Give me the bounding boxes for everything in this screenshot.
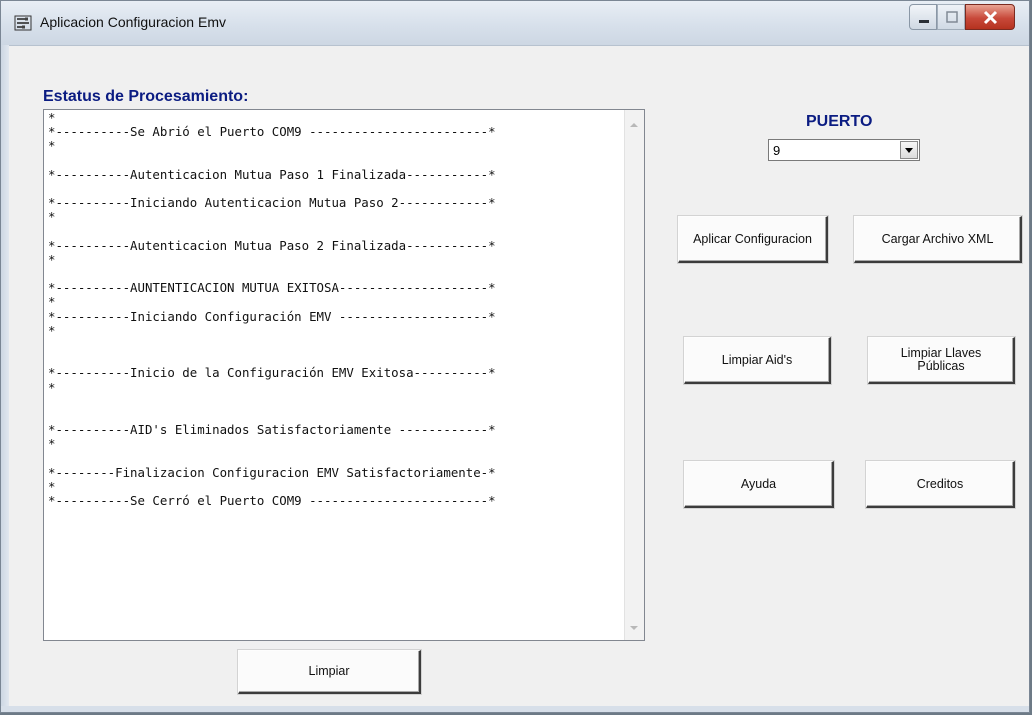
minimize-icon: [919, 20, 929, 23]
log-line: *: [48, 138, 56, 154]
close-icon: [983, 10, 998, 25]
credits-button[interactable]: Creditos: [866, 461, 1015, 508]
window-frame-bottom: [1, 706, 1029, 712]
title-bar[interactable]: Aplicacion Configuracion Emv: [1, 1, 1029, 46]
minimize-button[interactable]: [909, 4, 937, 30]
log-line: *----------Autenticacion Mutua Paso 1 Fi…: [48, 166, 496, 182]
log-line: *----------Iniciando Configuración EMV -…: [48, 308, 496, 324]
log-scrollbar[interactable]: [624, 110, 644, 640]
log-line: *----------Se Abrió el Puerto COM9 -----…: [48, 124, 496, 140]
app-window: Aplicacion Configuracion Emv Estatus de …: [0, 0, 1030, 713]
help-button[interactable]: Ayuda: [684, 461, 834, 508]
window-frame-left: [1, 45, 9, 712]
window-title: Aplicacion Configuracion Emv: [40, 14, 226, 30]
log-line: *: [48, 322, 56, 338]
settings-app-icon: [14, 15, 32, 31]
scroll-up-arrow-icon[interactable]: [630, 123, 638, 127]
port-select[interactable]: 9: [768, 139, 920, 161]
log-line: *----------Inicio de la Configuración EM…: [48, 365, 496, 381]
port-selected-value: 9: [773, 143, 781, 158]
help-label: Ayuda: [740, 476, 777, 491]
log-line: *----------Iniciando Autenticacion Mutua…: [48, 195, 496, 211]
clear-aids-button[interactable]: Limpiar Aid's: [684, 337, 831, 384]
log-line: *: [48, 251, 56, 267]
clear-log-label: Limpiar: [308, 664, 350, 678]
load-xml-button[interactable]: Cargar Archivo XML: [854, 216, 1022, 263]
load-xml-label: Cargar Archivo XML: [881, 231, 994, 246]
close-button[interactable]: [965, 4, 1015, 30]
scroll-down-arrow-icon[interactable]: [630, 626, 638, 630]
clear-public-keys-label: Limpiar Llaves Públicas: [900, 346, 982, 373]
clear-public-keys-button[interactable]: Limpiar Llaves Públicas: [868, 337, 1015, 384]
credits-label: Creditos: [916, 476, 964, 491]
port-dropdown-button[interactable]: [900, 141, 918, 159]
log-line: *----------AID's Eliminados Satisfactori…: [48, 422, 496, 438]
log-line: *----------AUNTENTICACION MUTUA EXITOSA-…: [48, 280, 496, 296]
apply-config-button[interactable]: Aplicar Configuracion: [678, 216, 828, 263]
log-line: *: [48, 436, 56, 452]
clear-aids-label: Limpiar Aid's: [721, 352, 793, 367]
status-log-content: * *----------Se Abrió el Puerto COM9 ----…: [48, 112, 622, 638]
port-heading: PUERTO: [806, 113, 873, 130]
maximize-icon: [946, 11, 958, 23]
chevron-down-icon: [905, 148, 913, 153]
log-line: *----------Autenticacion Mutua Paso 2 Fi…: [48, 237, 496, 253]
status-log-textarea[interactable]: * *----------Se Abrió el Puerto COM9 ----…: [43, 109, 645, 641]
apply-config-label: Aplicar Configuracion: [693, 231, 812, 246]
log-line: *: [48, 209, 56, 225]
status-heading: Estatus de Procesamiento:: [43, 88, 249, 105]
log-line: *--------Finalizacion Configuracion EMV …: [48, 464, 496, 480]
log-line: *: [48, 379, 56, 395]
log-line: *----------Se Cerró el Puerto COM9 -----…: [48, 493, 496, 509]
maximize-button[interactable]: [937, 4, 965, 30]
clear-log-button[interactable]: Limpiar: [238, 650, 421, 694]
